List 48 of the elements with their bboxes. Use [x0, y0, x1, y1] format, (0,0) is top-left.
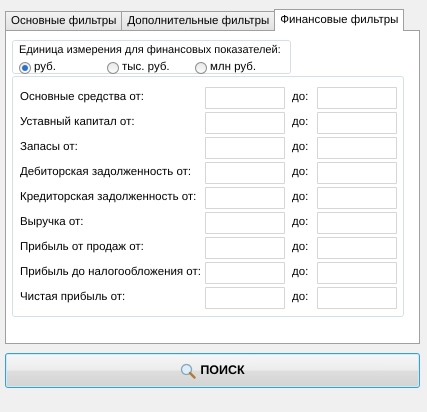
from-field[interactable]: [205, 186, 285, 208]
to-label: до:: [291, 264, 310, 280]
to-label: до:: [291, 114, 310, 130]
to-field[interactable]: [317, 86, 397, 108]
tab[interactable]: Финансовые фильтры: [274, 9, 404, 31]
to-field[interactable]: [317, 112, 397, 134]
tab[interactable]: Дополнительные фильтры: [121, 11, 276, 30]
tab[interactable]: Основные фильтры: [5, 11, 122, 30]
to-field[interactable]: [317, 212, 397, 234]
to-label: до:: [291, 190, 310, 205]
radio-button[interactable]: [195, 62, 207, 74]
from-field[interactable]: [205, 136, 285, 158]
to-label: до:: [291, 164, 310, 180]
search-icon: [180, 362, 196, 378]
to-field[interactable]: [317, 162, 397, 184]
field-label: Дебиторская задолженность от:: [20, 164, 192, 180]
from-field[interactable]: [205, 286, 285, 308]
from-field[interactable]: [205, 112, 285, 134]
to-label: до:: [291, 214, 310, 230]
radio-option[interactable]: млн руб.: [195, 59, 275, 76]
to-label: до:: [291, 90, 310, 105]
group-title: Единица измерения для финансовых показателей:: [19, 43, 281, 58]
to-field[interactable]: [317, 136, 397, 158]
field-label: Чистая прибыль от:: [20, 290, 126, 305]
radio-option[interactable]: тыс. руб.: [107, 59, 195, 76]
to-label: до:: [291, 290, 310, 305]
field-label: Запасы от:: [20, 140, 79, 155]
to-label: до:: [291, 240, 310, 255]
field-label: Основные средства от:: [20, 90, 145, 105]
radio-option[interactable]: руб.: [19, 59, 107, 76]
from-field[interactable]: [205, 86, 285, 108]
field-label: Кредиторская задолженность от:: [20, 190, 198, 205]
to-label: до:: [291, 140, 310, 155]
to-field[interactable]: [317, 186, 397, 208]
field-label: Уставный капитал от:: [20, 114, 136, 130]
field-label: Прибыль до налогообложения от:: [20, 264, 202, 280]
from-field[interactable]: [205, 162, 285, 184]
from-field[interactable]: [205, 212, 285, 234]
radio-button[interactable]: [19, 62, 31, 74]
from-field[interactable]: [205, 262, 285, 284]
field-label: Прибыль от продаж от:: [20, 240, 145, 255]
to-field[interactable]: [317, 286, 397, 308]
from-field[interactable]: [205, 236, 285, 258]
search-button[interactable]: ПОИСК: [5, 353, 420, 388]
to-field[interactable]: [317, 236, 397, 258]
field-label: Выручка от:: [20, 214, 84, 230]
radio-button[interactable]: [107, 62, 119, 74]
to-field[interactable]: [317, 262, 397, 284]
